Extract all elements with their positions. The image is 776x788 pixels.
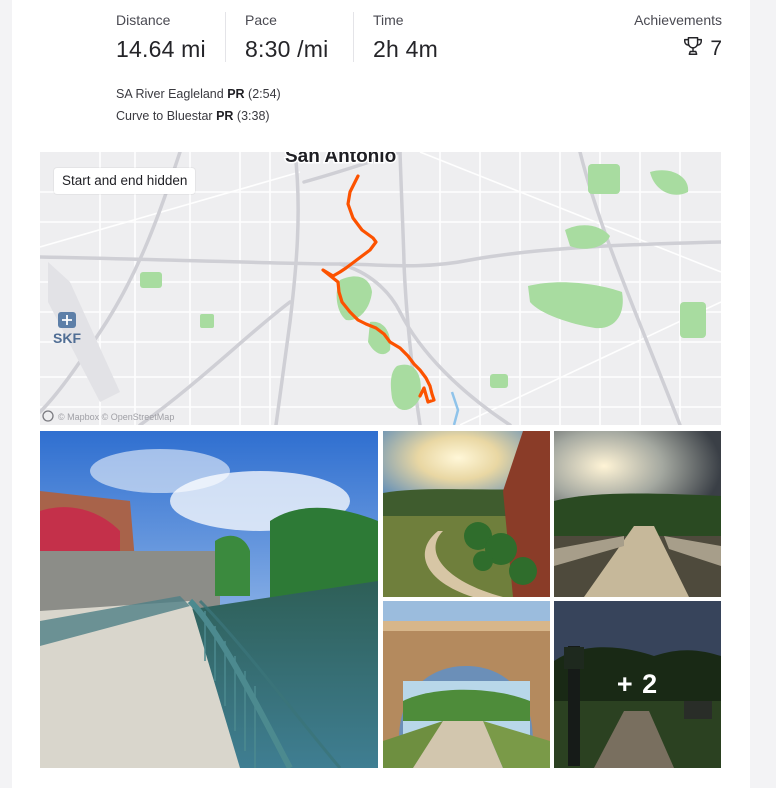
map-attribution: © Mapbox © OpenStreetMap bbox=[58, 412, 174, 422]
segment-time: (3:38) bbox=[236, 109, 270, 123]
stat-time-value: 2h 4m bbox=[373, 36, 438, 62]
stat-time-label: Time bbox=[373, 12, 404, 28]
stat-pace: Pace 8:30 /mi bbox=[245, 10, 328, 65]
segment-name: SA River Eagleland bbox=[116, 87, 224, 101]
stat-time: Time 2h 4m bbox=[373, 10, 438, 65]
stat-achievements-label: Achievements bbox=[634, 12, 722, 28]
segment-item[interactable]: SA River Eagleland PR (2:54) bbox=[116, 83, 281, 105]
activity-stats: Distance 14.64 mi Pace 8:30 /mi Time 2h … bbox=[116, 10, 722, 70]
segment-time: (2:54) bbox=[248, 87, 281, 101]
stat-distance-label: Distance bbox=[116, 12, 171, 28]
stat-divider bbox=[353, 12, 354, 62]
photo-stone-arch-bridge-image bbox=[383, 601, 550, 768]
stat-achievements[interactable]: Achievements 7 bbox=[634, 10, 722, 62]
achievements-count: 7 bbox=[710, 36, 722, 60]
pr-badge: PR bbox=[216, 109, 234, 123]
airport-label: SKF bbox=[53, 330, 81, 346]
pr-badge: PR bbox=[227, 87, 245, 101]
photo-park-path-sunset-image bbox=[383, 431, 550, 597]
photo-bridge-path-image bbox=[554, 431, 721, 597]
photo-bridge-path[interactable] bbox=[554, 431, 721, 597]
segment-list: SA River Eagleland PR (2:54) Curve to Bl… bbox=[116, 83, 281, 127]
segment-name: Curve to Bluestar bbox=[116, 109, 213, 123]
stat-pace-value: 8:30 /mi bbox=[245, 36, 329, 62]
city-label: San Antonio bbox=[285, 152, 396, 167]
photo-park-path-sunset[interactable] bbox=[383, 431, 550, 597]
segment-item[interactable]: Curve to Bluestar PR (3:38) bbox=[116, 105, 281, 127]
stat-distance: Distance 14.64 mi bbox=[116, 10, 206, 65]
photo-river-walkway[interactable] bbox=[40, 431, 378, 768]
photo-stone-arch-bridge[interactable] bbox=[383, 601, 550, 768]
stat-pace-label: Pace bbox=[245, 12, 277, 28]
trophy-icon bbox=[682, 35, 704, 62]
stat-divider bbox=[225, 12, 226, 62]
start-end-hidden-notice: Start and end hidden bbox=[54, 168, 196, 194]
stat-distance-value: 14.64 mi bbox=[116, 36, 206, 62]
photo-river-walkway-image bbox=[40, 431, 378, 768]
more-photos-label: + 2 bbox=[554, 601, 721, 768]
photo-more[interactable]: + 2 bbox=[554, 601, 721, 768]
